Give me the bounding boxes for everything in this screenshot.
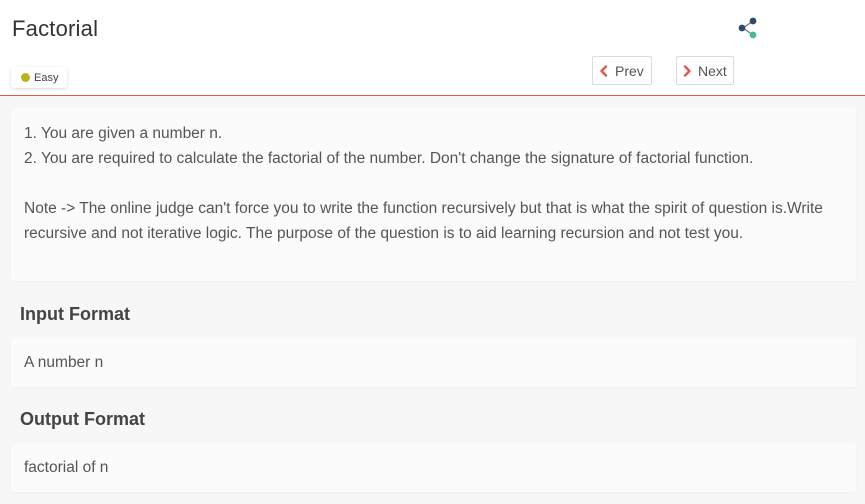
prev-button[interactable]: Prev xyxy=(592,56,652,85)
problem-description: 1. You are given a number n. 2. You are … xyxy=(11,108,856,281)
share-icon[interactable] xyxy=(736,16,760,40)
chevron-right-icon xyxy=(683,64,691,77)
description-line-2: 2. You are required to calculate the fac… xyxy=(24,150,754,167)
input-format-heading: Input Format xyxy=(20,304,130,324)
output-format-text: factorial of n xyxy=(11,443,856,492)
problem-title: Factorial xyxy=(12,16,99,41)
difficulty-badge: Easy xyxy=(11,67,68,88)
difficulty-dot-icon xyxy=(21,73,30,82)
description-line-1: 1. You are given a number n. xyxy=(24,125,223,142)
description-note: Note -> The online judge can't force you… xyxy=(24,200,823,242)
output-format-heading: Output Format xyxy=(20,409,145,429)
difficulty-label: Easy xyxy=(34,71,59,84)
prev-label: Prev xyxy=(615,62,644,79)
next-label: Next xyxy=(698,62,727,79)
chevron-left-icon xyxy=(600,64,608,77)
input-format-text: A number n xyxy=(11,338,856,387)
problem-header: Factorial Easy Prev Next xyxy=(0,0,865,96)
next-button[interactable]: Next xyxy=(676,56,734,85)
